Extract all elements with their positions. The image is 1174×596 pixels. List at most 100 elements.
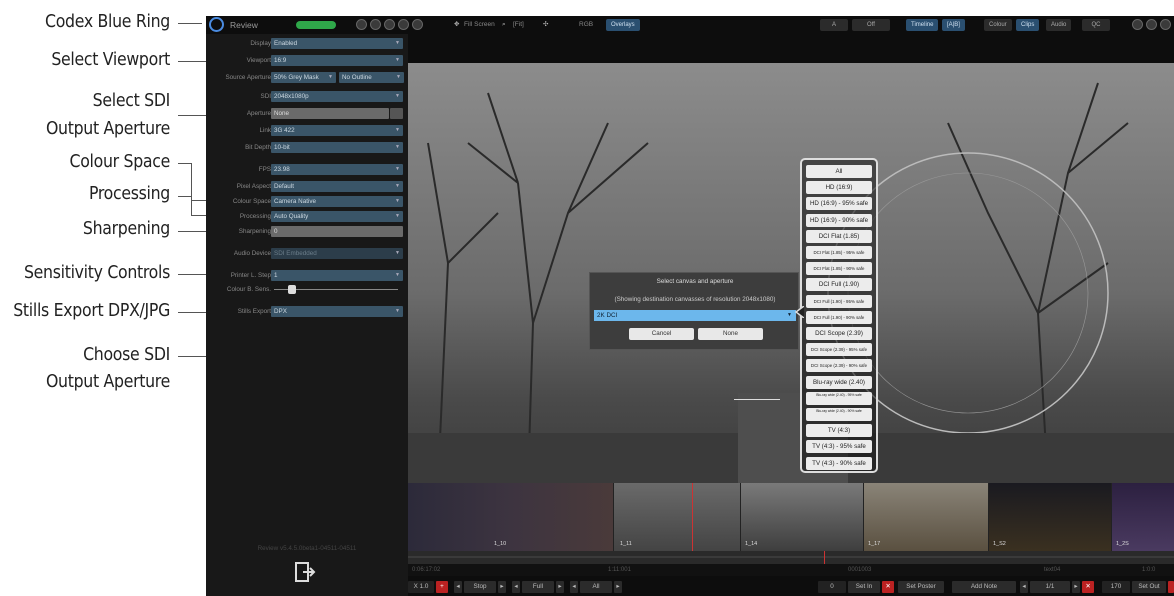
duration-counter[interactable]: 170 — [1102, 581, 1130, 593]
callout-line — [178, 196, 192, 197]
display-select[interactable]: Enabled ▼ — [271, 38, 403, 49]
prev-note-icon[interactable]: ◂ — [1020, 581, 1028, 593]
canvas-select[interactable]: 2K DCI ▼ — [594, 310, 796, 321]
power-icon[interactable] — [1160, 19, 1171, 30]
full-button[interactable]: Full — [522, 581, 554, 593]
colour-space-select[interactable]: Camera Native ▼ — [271, 196, 403, 207]
printer-step-select[interactable]: 1 ▼ — [271, 270, 403, 281]
clear-out-icon[interactable] — [1168, 581, 1174, 593]
next-icon[interactable]: ▸ — [556, 581, 564, 593]
microphone-icon[interactable] — [412, 19, 423, 30]
clip-thumbnail[interactable]: 1_11 — [614, 483, 740, 551]
fill-screen-label[interactable]: Fill Screen — [464, 19, 495, 31]
all-button[interactable]: All — [580, 581, 612, 593]
zoom-icon[interactable]: ⌕ — [502, 19, 506, 31]
aperture-option[interactable]: TV (4:3) - 95% safe — [806, 440, 872, 454]
viewport-select[interactable]: 16:9 ▼ — [271, 55, 403, 66]
source-aperture-outline-select[interactable]: No Outline ▼ — [339, 72, 404, 83]
aperture-option[interactable]: DCI Full (1.90) - 90% safe — [806, 310, 872, 324]
aperture-option[interactable]: DCI Full (1.90) — [806, 278, 872, 292]
aperture-option[interactable]: Blu-ray wide (2.40) - 90% safe — [806, 408, 872, 421]
sharpening-input[interactable]: 0 — [271, 226, 403, 237]
timeline-playhead[interactable] — [824, 551, 825, 564]
frame-counter[interactable]: 0 — [818, 581, 846, 593]
prev-range-icon[interactable]: ◂ — [570, 581, 578, 593]
aperture-option[interactable]: DCI Full (1.90) - 95% safe — [806, 294, 872, 308]
playhead[interactable] — [692, 483, 693, 551]
dual-monitor-icon[interactable] — [370, 19, 381, 30]
link-select[interactable]: 3G 422 ▼ — [271, 125, 403, 136]
pixel-aspect-select[interactable]: Default ▼ — [271, 181, 403, 192]
aperture-option[interactable]: DCI Scope (2.39) - 95% safe — [806, 343, 872, 357]
off-button[interactable]: Off — [852, 19, 890, 31]
timeline-button[interactable]: Timeline — [906, 19, 939, 31]
pause-icon[interactable] — [384, 19, 395, 30]
aperture-option[interactable]: TV (4:3) — [806, 424, 872, 438]
stills-export-select[interactable]: DPX ▼ — [271, 306, 403, 317]
sdi-select[interactable]: 2048x1080p ▼ — [271, 91, 403, 102]
none-button[interactable]: None — [698, 328, 763, 340]
timeline-track[interactable] — [408, 551, 1174, 564]
step-forward-icon[interactable]: ▸ — [498, 581, 506, 593]
add-icon[interactable]: + — [436, 581, 448, 593]
layout-icon[interactable] — [398, 19, 409, 30]
clear-in-icon[interactable]: ✕ — [882, 581, 894, 593]
clip-thumbnail[interactable]: 1_2S — [1112, 483, 1174, 551]
source-aperture-mask-select[interactable]: 50% Grey Mask ▼ — [271, 72, 336, 83]
clip-thumbnail[interactable]: 1_10 — [408, 483, 613, 551]
processing-select[interactable]: Auto Quality ▼ — [271, 211, 403, 222]
audio-device-select[interactable]: SDI Embedded ▼ — [271, 248, 403, 259]
colour-tab[interactable]: Colour — [984, 19, 1012, 31]
aperture-option[interactable]: HD (16:9) - 95% safe — [806, 197, 872, 211]
aperture-picker-button[interactable] — [390, 108, 403, 119]
aperture-option[interactable]: Blu-ray wide (2.40) - 95% safe — [806, 391, 872, 405]
clip-thumbnail[interactable]: 1_14 — [741, 483, 863, 551]
rgb-label[interactable]: RGB — [579, 19, 593, 31]
set-out-button[interactable]: Set Out — [1132, 581, 1166, 593]
aperture-option[interactable]: Blu-ray wide (2.40) — [806, 375, 872, 389]
add-note-button[interactable]: Add Note — [952, 581, 1016, 593]
pan-icon[interactable]: ✣ — [543, 19, 548, 31]
ab-button[interactable]: [A|B] — [942, 19, 965, 31]
aperture-option[interactable]: All — [806, 165, 872, 178]
aperture-option[interactable]: HD (16:9) — [806, 181, 872, 195]
bit-depth-select[interactable]: 10-bit ▼ — [271, 142, 403, 153]
clip-thumbnail[interactable]: 1_17 — [864, 483, 988, 551]
delete-note-icon[interactable]: ✕ — [1082, 581, 1094, 593]
fps-select[interactable]: 23.98 ▼ — [271, 164, 403, 175]
aperture-option[interactable]: DCI Scope (2.39) - 90% safe — [806, 359, 872, 373]
aperture-option[interactable]: DCI Flat (1.85) — [806, 229, 872, 243]
fit-label[interactable]: [Fit] — [513, 19, 524, 31]
next-range-icon[interactable]: ▸ — [614, 581, 622, 593]
settings-icon[interactable] — [1146, 19, 1157, 30]
prev-icon[interactable]: ◂ — [512, 581, 520, 593]
step-back-icon[interactable]: ◂ — [454, 581, 462, 593]
move-icon[interactable]: ✥ — [454, 19, 459, 31]
set-poster-button[interactable]: Set Poster — [898, 581, 944, 593]
cancel-button[interactable]: Cancel — [629, 328, 694, 340]
aperture-option[interactable]: DCI Flat (1.85) - 95% safe — [806, 246, 872, 259]
overlays-button[interactable]: Overlays — [606, 19, 640, 31]
version-label: Review v5.4.5.0beta1-04511-04511 — [257, 545, 357, 552]
a-button[interactable]: A — [820, 19, 848, 31]
clip-thumbnail[interactable]: 1_S2 — [989, 483, 1111, 551]
callout-line — [178, 23, 202, 24]
next-note-icon[interactable]: ▸ — [1072, 581, 1080, 593]
exit-icon[interactable] — [294, 561, 316, 583]
viewport-row: Viewport 16:9 ▼ — [206, 55, 408, 66]
aperture-option[interactable]: DCI Scope (2.39) — [806, 327, 872, 340]
aperture-field[interactable]: None — [271, 108, 389, 119]
monitor-icon[interactable] — [356, 19, 367, 30]
window-icon[interactable] — [1132, 19, 1143, 30]
stop-button[interactable]: Stop — [464, 581, 496, 593]
audio-tab[interactable]: Audio — [1046, 19, 1072, 31]
qc-tab[interactable]: QC — [1082, 19, 1110, 31]
set-in-button[interactable]: Set In — [848, 581, 880, 593]
clips-tab[interactable]: Clips — [1016, 19, 1040, 31]
review-app: Review ✥ Fill Screen ⌕ [Fit] ✣ RGB Overl… — [206, 16, 1174, 596]
aperture-option[interactable]: DCI Flat (1.85) - 90% safe — [806, 262, 872, 276]
aperture-option[interactable]: HD (16:9) - 90% safe — [806, 213, 872, 227]
codex-blue-ring-icon[interactable] — [209, 17, 224, 32]
aperture-option[interactable]: TV (4:3) - 90% safe — [806, 456, 872, 470]
colour-sens-slider-handle[interactable] — [287, 285, 296, 294]
